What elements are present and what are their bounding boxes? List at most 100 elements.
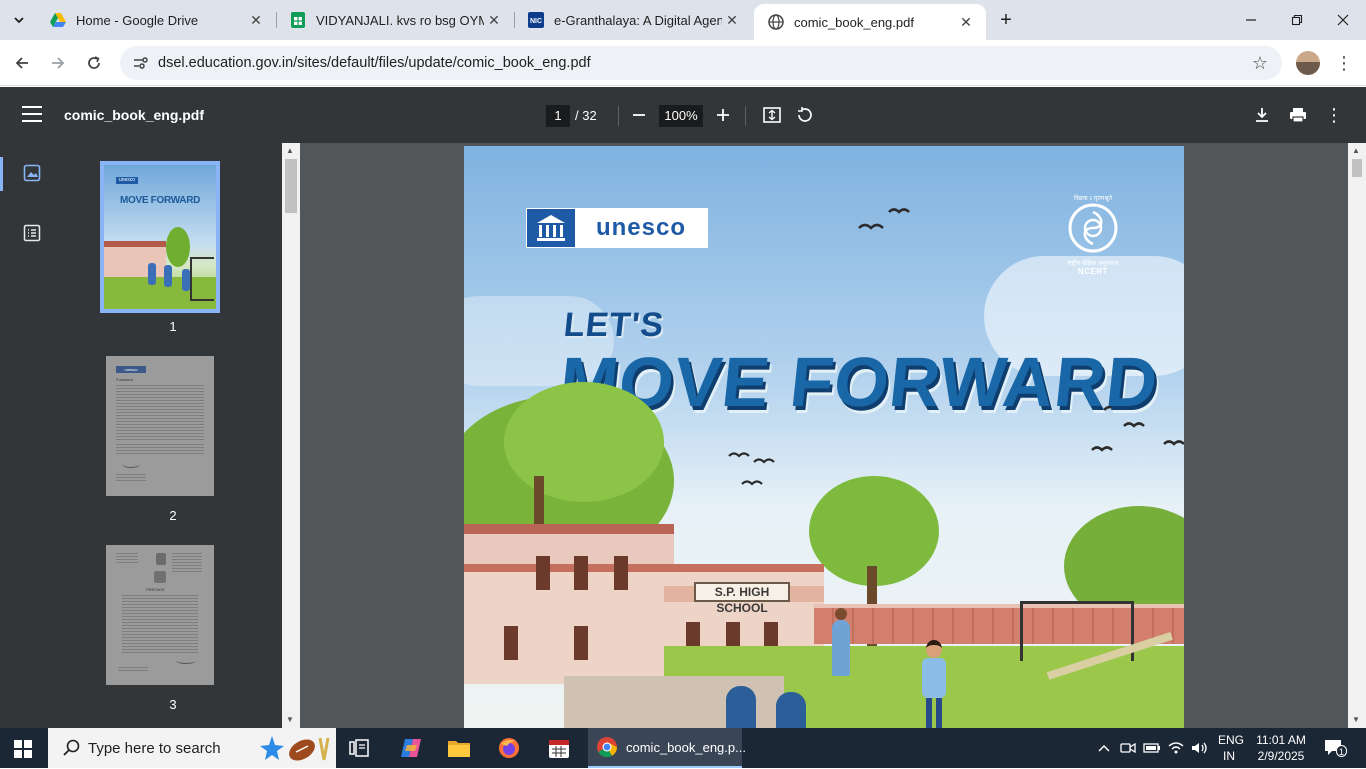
calendar-app-button[interactable] — [536, 728, 582, 768]
tab-strip: Home - Google Drive ✕ VIDYANJALI. kvs ro… — [0, 0, 1366, 40]
wifi-icon[interactable] — [1166, 738, 1186, 758]
language-region: IN — [1223, 749, 1235, 763]
input-language-indicator[interactable]: ENG IN — [1218, 732, 1244, 764]
hamburger-menu-icon[interactable] — [22, 106, 42, 124]
search-icon — [60, 739, 84, 757]
bookmark-star-icon[interactable]: ☆ — [1252, 53, 1268, 74]
close-icon — [1337, 14, 1349, 26]
windows-start-icon[interactable] — [14, 740, 32, 758]
thumbnail-pane: unesco MOVE FORWARD 1 unesco Foreword 2 — [64, 143, 282, 728]
chrome-icon — [596, 736, 618, 758]
tab-search-button[interactable] — [6, 7, 32, 33]
thumbnail-page-1[interactable]: unesco MOVE FORWARD — [100, 161, 220, 313]
language-code: ENG — [1218, 733, 1245, 747]
outline-view-button[interactable] — [0, 213, 64, 253]
pdf-filename: comic_book_eng.pdf — [64, 107, 205, 123]
calendar-icon — [549, 740, 569, 758]
zoom-out-button[interactable] — [627, 103, 651, 127]
browser-toolbar: dsel.education.gov.in/sites/default/file… — [0, 40, 1366, 86]
toolbar-divider — [745, 106, 746, 126]
search-placeholder: Type here to search — [88, 739, 221, 757]
reload-button[interactable] — [80, 49, 108, 77]
notification-center-button[interactable]: 1 — [1324, 738, 1347, 758]
chevron-up-icon — [1098, 744, 1110, 752]
tab-google-drive[interactable]: Home - Google Drive ✕ — [36, 0, 276, 40]
task-view-button[interactable] — [336, 728, 382, 768]
svg-text:NIC: NIC — [530, 18, 542, 25]
scroll-down-icon[interactable]: ▼ — [1352, 715, 1360, 724]
copilot-button[interactable] — [388, 728, 434, 768]
site-info-icon[interactable] — [126, 56, 156, 70]
fit-page-button[interactable] — [760, 103, 784, 127]
browser-menu-icon[interactable]: ⋮ — [1334, 51, 1354, 75]
close-window-button[interactable] — [1320, 0, 1366, 40]
tab-title: comic_book_eng.pdf — [794, 14, 914, 30]
thumbnails-view-button[interactable] — [0, 153, 64, 193]
minus-icon — [633, 114, 645, 116]
thumbnail-page-3[interactable]: PREFACE — [106, 545, 214, 685]
profile-avatar[interactable] — [1296, 51, 1320, 75]
scroll-down-icon[interactable]: ▼ — [286, 715, 294, 724]
taskbar-search-box[interactable]: Type here to search — [48, 728, 336, 768]
page-number-input[interactable]: 1 — [546, 105, 570, 127]
windows-taskbar: Type here to search comic_book_eng.p... — [0, 728, 1366, 768]
clock-time: 11:01 AM — [1256, 733, 1306, 747]
address-bar[interactable]: dsel.education.gov.in/sites/default/file… — [120, 46, 1282, 80]
print-button[interactable] — [1286, 103, 1310, 127]
taskbar-chrome-window[interactable]: comic_book_eng.p... — [588, 728, 746, 768]
page-total: / 32 — [575, 108, 597, 123]
rotate-button[interactable] — [792, 103, 816, 127]
restore-button[interactable] — [1274, 0, 1320, 40]
close-icon[interactable]: ✕ — [956, 12, 976, 32]
close-icon[interactable]: ✕ — [722, 10, 742, 30]
firefox-button[interactable] — [486, 728, 532, 768]
thumbnail-brand: unesco — [116, 177, 138, 184]
scrollbar-thumb[interactable] — [285, 159, 297, 213]
tab-e-granthalaya[interactable]: NIC e-Granthalaya: A Digital Agenda ✕ — [514, 0, 752, 40]
chevron-down-icon — [14, 17, 24, 24]
download-button[interactable] — [1250, 103, 1274, 127]
sidebar-rail — [0, 143, 64, 728]
google-sheets-icon — [290, 12, 306, 28]
image-icon — [23, 164, 41, 182]
tab-title: e-Granthalaya: A Digital Agenda — [554, 12, 722, 28]
thumbnail-label: 3 — [169, 697, 177, 712]
plus-icon: + — [1000, 8, 1012, 31]
tab-title: Home - Google Drive — [76, 12, 199, 28]
forward-button[interactable] — [44, 49, 72, 77]
taskbar-clock[interactable]: 11:01 AM 2/9/2025 — [1254, 732, 1308, 764]
tab-comic-book-pdf[interactable]: comic_book_eng.pdf ✕ — [754, 4, 986, 40]
scrollbar-thumb[interactable] — [1352, 159, 1362, 177]
thumbnail-scrollbar[interactable]: ▲ ▼ — [282, 143, 300, 728]
document-scrollbar[interactable]: ▲ ▼ — [1348, 143, 1366, 728]
scroll-up-icon[interactable]: ▲ — [1352, 146, 1360, 155]
print-icon — [1290, 108, 1306, 123]
volume-icon[interactable] — [1190, 738, 1210, 758]
close-icon[interactable]: ✕ — [246, 10, 266, 30]
show-hidden-icons-button[interactable] — [1094, 738, 1114, 758]
thumbnail-heading: Foreword — [116, 377, 133, 382]
task-view-icon — [349, 739, 369, 757]
back-button[interactable] — [8, 49, 36, 77]
zoom-in-button[interactable] — [711, 103, 735, 127]
nic-icon: NIC — [528, 12, 544, 28]
notification-count: 1 — [1336, 745, 1347, 757]
minimize-icon — [1246, 19, 1256, 21]
tab-vidyanjali[interactable]: VIDYANJALI. kvs ro bsg OYMS a ✕ — [276, 0, 514, 40]
tab-title: VIDYANJALI. kvs ro bsg OYMS a — [316, 12, 484, 28]
zoom-level-input[interactable]: 100% — [659, 105, 703, 127]
arrow-right-icon — [52, 57, 65, 69]
taskbar-window-title: comic_book_eng.p... — [626, 739, 746, 755]
thumbnail-page-2[interactable]: unesco Foreword — [106, 356, 214, 496]
file-explorer-button[interactable] — [436, 728, 482, 768]
battery-icon[interactable] — [1142, 738, 1162, 758]
toolbar-divider — [618, 106, 619, 126]
pdf-more-options-icon[interactable]: ⋮ — [1322, 103, 1346, 127]
document-area: unesco विद्यया ऽ मृतमश्नुते राष्ट्रीय शै… — [300, 143, 1348, 728]
new-tab-button[interactable]: + — [994, 8, 1018, 32]
meet-now-icon[interactable] — [1118, 738, 1138, 758]
scroll-up-icon[interactable]: ▲ — [286, 146, 294, 155]
minimize-button[interactable] — [1228, 0, 1274, 40]
google-drive-icon — [50, 12, 66, 28]
close-icon[interactable]: ✕ — [484, 10, 504, 30]
